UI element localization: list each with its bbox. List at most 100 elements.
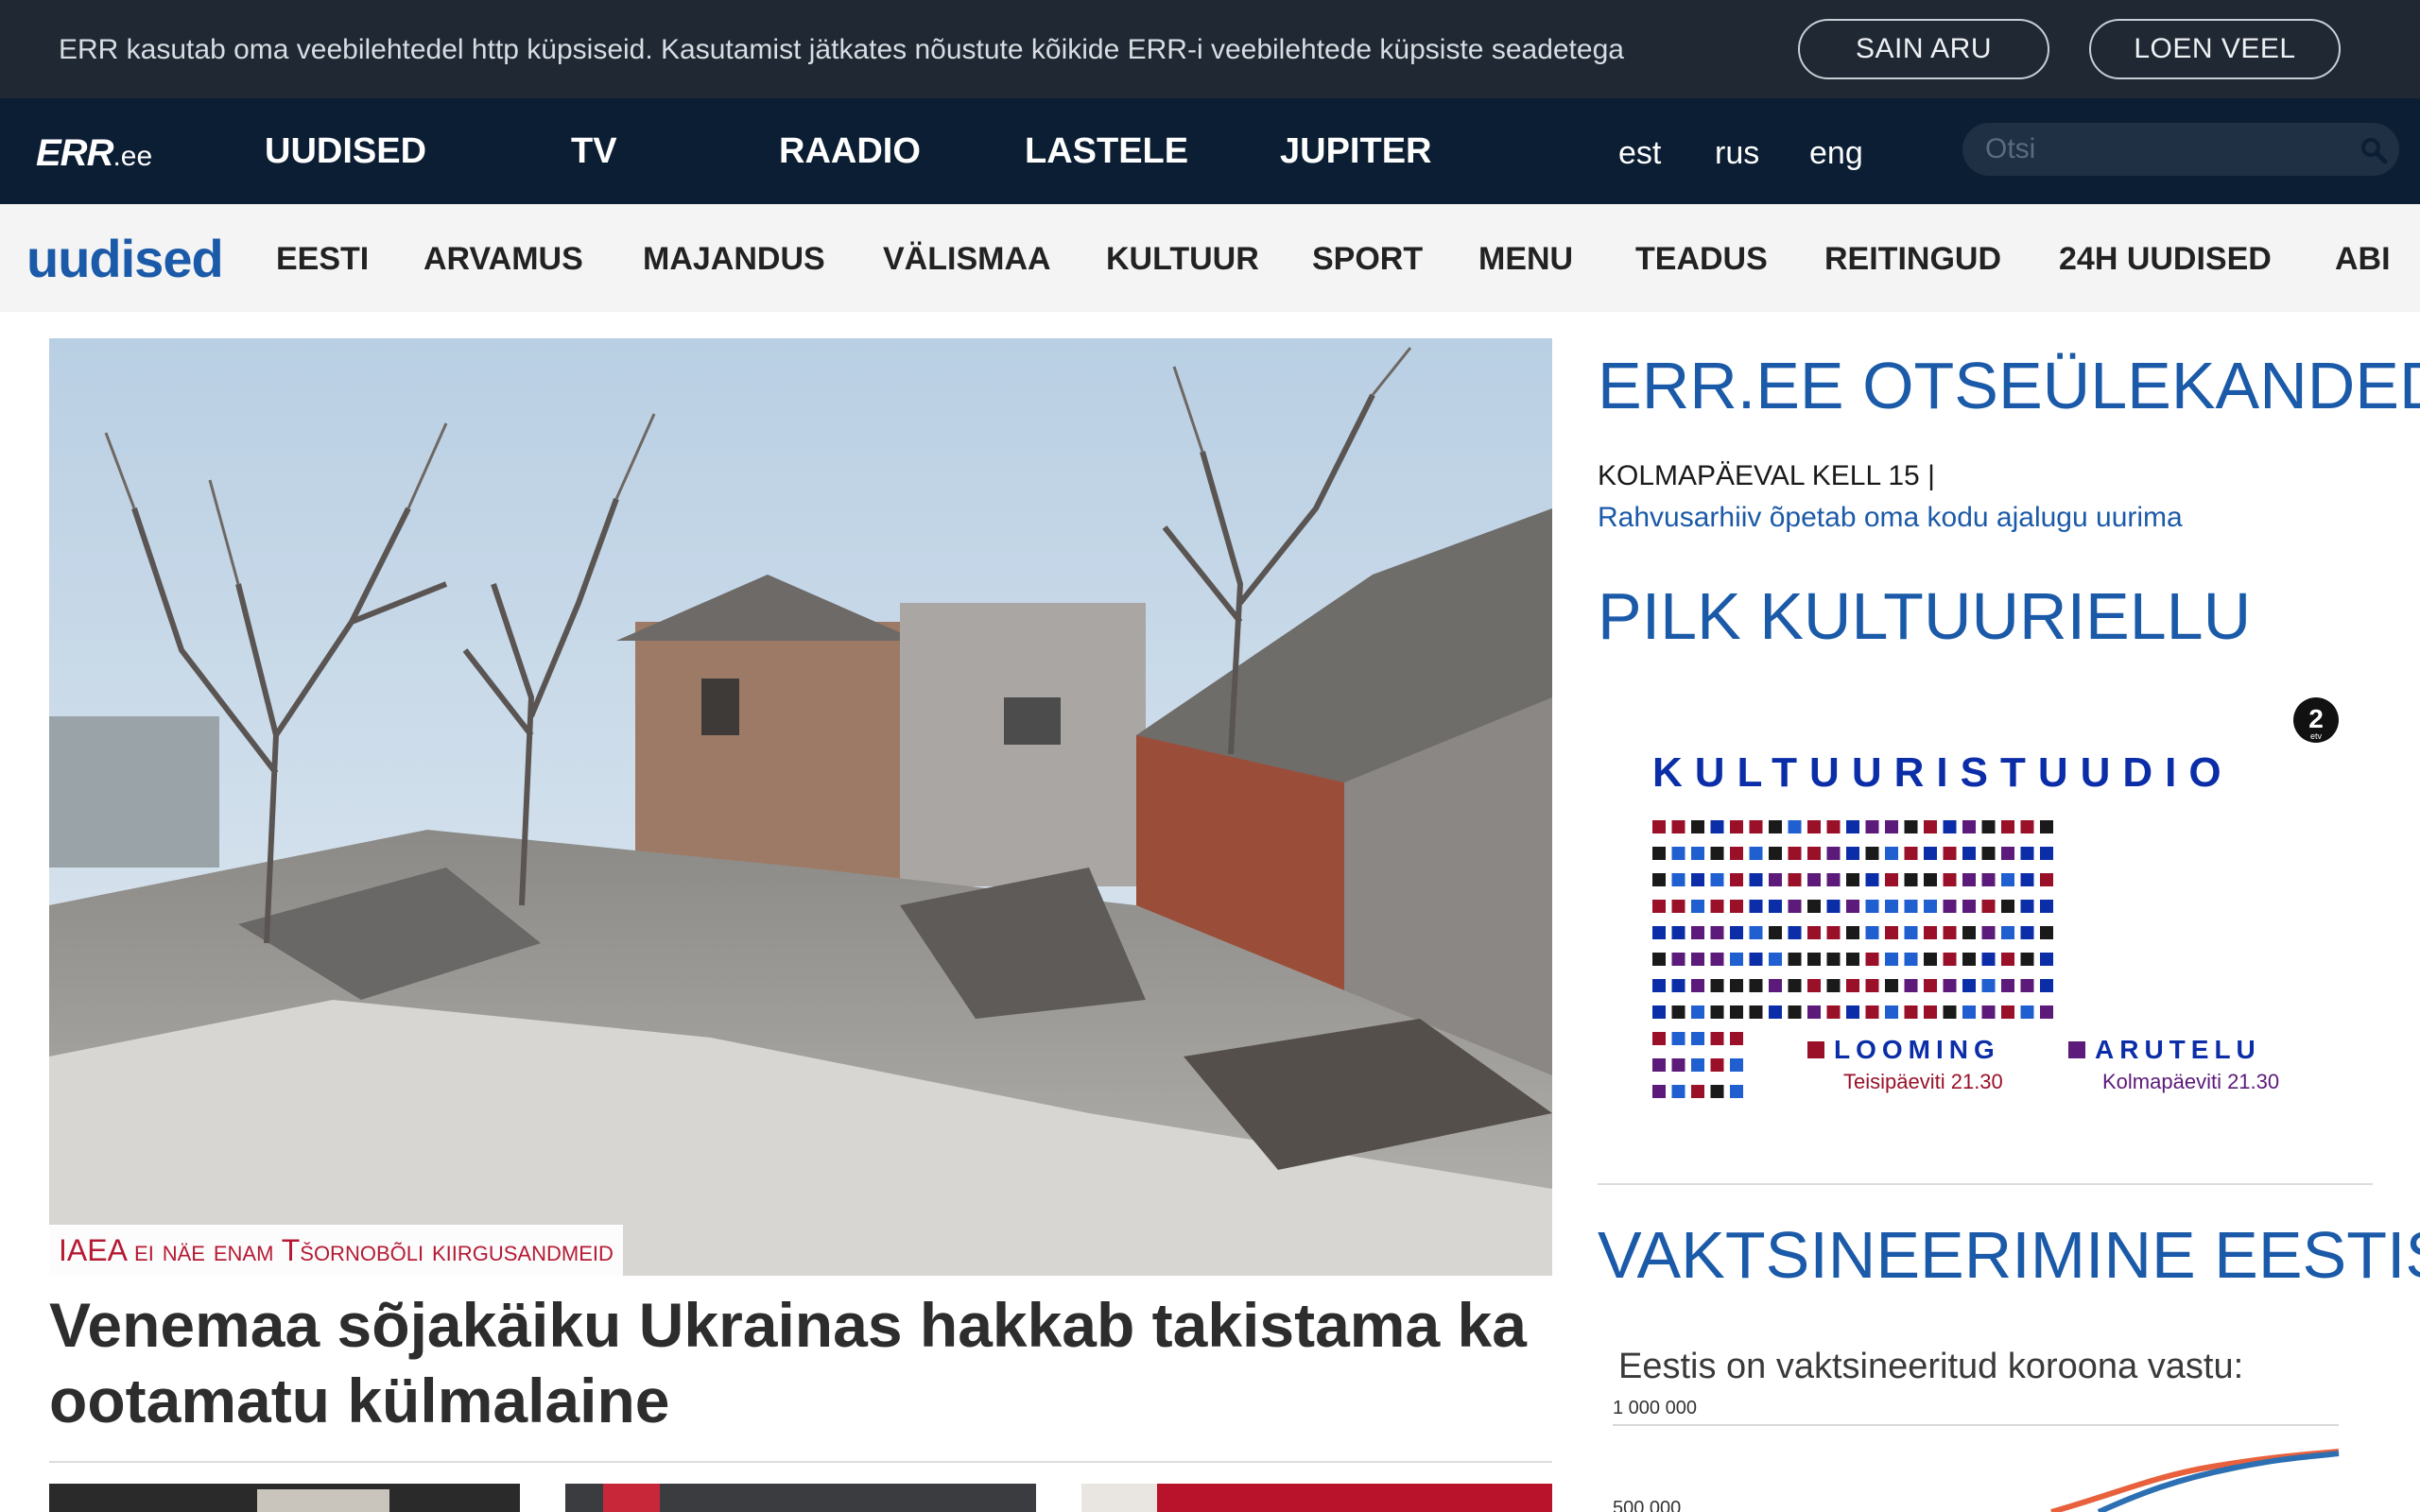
banner-grid-square xyxy=(2020,1005,2034,1019)
cookie-accept-button[interactable]: SAIN ARU xyxy=(1798,19,2049,79)
banner-grid-square xyxy=(1691,953,1704,966)
live-broadcast-link[interactable]: Rahvusarhiiv õpetab oma kodu ajalugu uur… xyxy=(1598,501,2183,535)
cookie-read-more-button[interactable]: LOEN VEEL xyxy=(2089,19,2341,79)
culture-title[interactable]: PILK KULTUURIELLU xyxy=(1598,578,2251,654)
banner-grid-square xyxy=(1981,820,1996,833)
banner-grid-square xyxy=(1749,979,1763,992)
banner-grid-square xyxy=(1962,847,1976,860)
banner-grid-square xyxy=(1710,1032,1724,1045)
article-thumbnail[interactable] xyxy=(565,1484,1036,1512)
banner-grid-square xyxy=(1826,926,1841,939)
banner-grid-square xyxy=(1807,979,1821,992)
banner-grid-square xyxy=(1730,820,1743,833)
banner-grid-square xyxy=(1730,873,1743,886)
live-broadcast-time: KOLMAPÄEVAL KELL 15 | xyxy=(1598,460,1935,491)
banner-grid-square xyxy=(1730,900,1743,913)
banner-grid-square xyxy=(1924,820,1937,833)
banner-grid-square xyxy=(1943,926,1957,939)
banner-arutelu-label: ARUTELU xyxy=(2095,1035,2261,1064)
vaccination-title[interactable]: VAKTSINEERIMINE EESTIS xyxy=(1598,1217,2420,1293)
subnav-item-menu[interactable]: MENU xyxy=(1478,240,1573,278)
banner-grid-square xyxy=(1749,926,1763,939)
banner-grid-square xyxy=(1769,873,1782,886)
banner-grid-square xyxy=(1846,926,1859,939)
nav-item-raadio[interactable]: RAADIO xyxy=(779,130,921,172)
banner-grid-square xyxy=(1671,1058,1685,1072)
banner-grid-square xyxy=(1769,926,1782,939)
banner-grid-square xyxy=(1865,926,1879,939)
banner-grid-square xyxy=(2020,873,2034,886)
banner-grid-square xyxy=(1904,820,1918,833)
banner-grid-square xyxy=(1749,873,1763,886)
vaccination-tick-mid: 500 000 xyxy=(1613,1498,1681,1512)
banner-grid-square xyxy=(2020,979,2034,992)
banner-grid-square xyxy=(1769,1005,1782,1019)
banner-grid-square xyxy=(1710,926,1724,939)
article-thumbnail[interactable] xyxy=(1081,1484,1552,1512)
main-article-image[interactable] xyxy=(49,338,1552,1276)
banner-grid-square xyxy=(1710,820,1724,833)
language-eng[interactable]: eng xyxy=(1809,134,1863,172)
subnav-item-valismaa[interactable]: VÄLISMAA xyxy=(883,240,1051,278)
banner-grid-square xyxy=(1807,900,1821,913)
banner-grid-square xyxy=(1671,900,1685,913)
banner-grid-square xyxy=(1652,1032,1666,1045)
banner-grid-square xyxy=(1826,873,1841,886)
article-thumbnail[interactable] xyxy=(49,1484,520,1512)
banner-grid-square xyxy=(1652,979,1666,992)
section-logo-uudised[interactable]: uudised xyxy=(26,231,224,287)
banner-grid-square xyxy=(1652,926,1666,939)
subnav-item-kultuur[interactable]: KULTUUR xyxy=(1106,240,1259,278)
language-est[interactable]: est xyxy=(1618,134,1661,172)
subnav-item-24h-uudised[interactable]: 24H UUDISED xyxy=(2059,240,2272,278)
banner-grid-square xyxy=(1962,820,1976,833)
err-logo[interactable]: ERR.ee xyxy=(36,132,152,175)
subnav-item-reitingud[interactable]: REITINGUD xyxy=(1824,240,2001,278)
banner-grid-square xyxy=(1943,979,1957,992)
banner-grid-square xyxy=(1749,900,1763,913)
banner-grid-square xyxy=(1671,1005,1685,1019)
search-icon[interactable] xyxy=(2360,136,2388,164)
banner-grid-square xyxy=(2020,820,2034,833)
nav-item-uudised[interactable]: UUDISED xyxy=(265,130,426,172)
language-rus[interactable]: rus xyxy=(1715,134,1759,172)
banner-grid-square xyxy=(2040,820,2053,833)
banner-grid-square xyxy=(1865,820,1879,833)
banner-grid-square xyxy=(1885,926,1898,939)
banner-grid-square xyxy=(1749,953,1763,966)
nav-item-lastele[interactable]: LASTELE xyxy=(1025,130,1188,172)
nav-item-jupiter[interactable]: JUPITER xyxy=(1280,130,1431,172)
banner-grid-square xyxy=(1710,900,1724,913)
cookie-notice-text: ERR kasutab oma veebilehtedel http küpsi… xyxy=(59,34,1624,65)
banner-grid-square xyxy=(1962,873,1976,886)
banner-grid-square xyxy=(1981,900,1996,913)
banner-grid-square xyxy=(1924,847,1937,860)
banner-grid-square xyxy=(1981,873,1996,886)
subnav-item-majandus[interactable]: MAJANDUS xyxy=(643,240,825,278)
search-input[interactable] xyxy=(1985,130,2325,168)
banner-grid-square xyxy=(1788,873,1802,886)
banner-grid-square xyxy=(2001,900,2014,913)
banner-grid-square xyxy=(1807,1005,1821,1019)
nav-item-tv[interactable]: TV xyxy=(571,130,617,172)
banner-grid-square xyxy=(1691,979,1704,992)
article-kicker-label[interactable]: IAEA ei näe enam Tšornobõli kiirgusandme… xyxy=(49,1225,623,1276)
section-navigation: uudised EESTI ARVAMUS MAJANDUS VÄLISMAA … xyxy=(0,204,2420,312)
main-article-headline[interactable]: Venemaa sõjakäiku Ukrainas hakkab takist… xyxy=(49,1287,1552,1438)
banner-grid-square xyxy=(1885,900,1898,913)
subnav-item-eesti[interactable]: EESTI xyxy=(276,240,369,278)
thumbnail-detail xyxy=(603,1484,660,1512)
subnav-item-sport[interactable]: SPORT xyxy=(1312,240,1423,278)
kultuuristuudio-banner[interactable]: 2 etv KULTUURISTUUDIO LOOMING Teisipäevi… xyxy=(1598,688,2373,1123)
banner-grid-square xyxy=(1691,1058,1704,1072)
subnav-item-teadus[interactable]: TEADUS xyxy=(1635,240,1768,278)
subnav-item-arvamus[interactable]: ARVAMUS xyxy=(424,240,583,278)
subnav-item-abi[interactable]: ABI xyxy=(2335,240,2391,278)
banner-grid-square xyxy=(1904,1005,1918,1019)
banner-grid-square xyxy=(2040,847,2053,860)
live-broadcasts-title[interactable]: ERR.EE OTSEÜLEKANDED xyxy=(1598,348,2420,423)
banner-grid-square xyxy=(1943,1005,1957,1019)
banner-grid-square xyxy=(1730,953,1743,966)
banner-grid-square xyxy=(2020,847,2034,860)
banner-grid-square xyxy=(2001,847,2014,860)
